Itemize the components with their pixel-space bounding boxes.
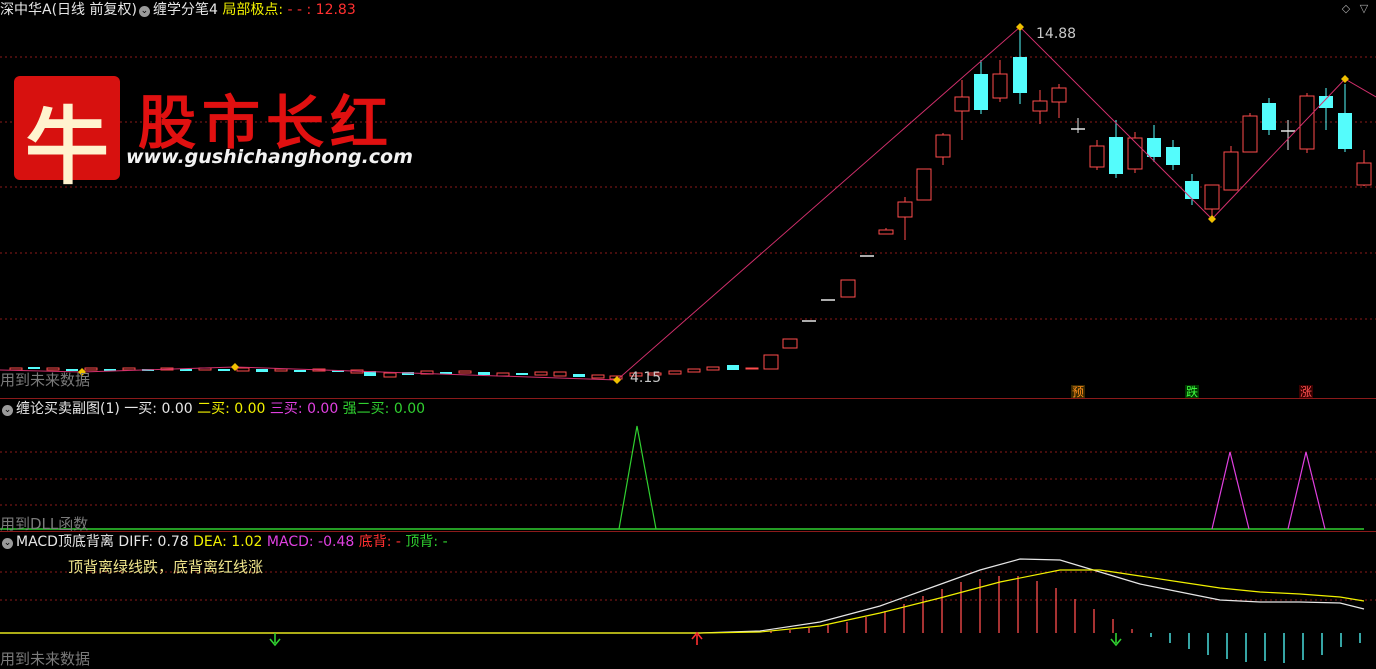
candle-up	[935, 134, 951, 158]
candle-down	[180, 369, 192, 371]
candle-up	[1299, 95, 1315, 150]
candle-up	[687, 368, 701, 373]
candle-up	[1242, 115, 1258, 153]
candle-down	[294, 370, 306, 372]
buy3-spike	[1287, 451, 1326, 530]
chan-signal-panel[interactable]: ⌄ 缠论买卖副图(1) 一买: 0.00 二买: 0.00 三买: 0.00 强二…	[0, 399, 1376, 533]
candle-up	[591, 374, 605, 379]
macd-panel[interactable]: ⌄ MACD顶底背离 DIFF: 0.78 DEA: 1.02 MACD: -0.…	[0, 532, 1376, 668]
candle-up	[840, 279, 856, 298]
vertex-diamond	[231, 363, 239, 371]
candle-up	[1089, 145, 1105, 168]
candle-down	[516, 373, 528, 375]
candle-down	[1319, 96, 1333, 108]
chan-signal-chart	[0, 425, 1376, 530]
candle-down	[974, 74, 988, 110]
candle-up	[745, 367, 759, 370]
candlestick-chart[interactable]: 14.88 4.15 预 跌 涨	[0, 0, 1376, 398]
candle-up	[706, 366, 720, 371]
signal-marker-zhang: 涨	[1299, 384, 1313, 398]
candle-down	[573, 374, 585, 377]
trough-price-label: 4.15	[630, 370, 661, 386]
candle-up	[1223, 151, 1239, 191]
candle-down	[1262, 103, 1276, 130]
candle-down	[1166, 147, 1180, 165]
candle-up	[1204, 184, 1220, 210]
candle-down	[1109, 137, 1123, 174]
peak-price-label: 14.88	[1036, 26, 1076, 42]
dea-line	[0, 569, 1365, 634]
candle-up	[763, 354, 779, 370]
candle-up	[954, 96, 970, 112]
candle-up	[236, 367, 250, 372]
buy3-spike	[1211, 451, 1250, 530]
future-data-watermark: 用到未来数据	[0, 650, 91, 668]
candle-up	[274, 368, 288, 372]
candle-up	[534, 371, 548, 376]
candle-up	[553, 371, 567, 377]
candle-up	[1032, 100, 1048, 112]
logo-url: www.gushichanghong.com	[126, 146, 413, 168]
main-chart-panel[interactable]: 深中华A(日线 前复权) ⌄ 缠学分笔4 局部极点: - - : 12.83 ◇ ▽…	[0, 0, 1376, 398]
macd-chart	[0, 558, 1376, 663]
candle-up	[897, 201, 913, 218]
candle-up	[916, 168, 932, 201]
sell-arrow-icon	[269, 633, 281, 647]
logo-char: 牛	[24, 97, 109, 196]
candle-down	[1338, 113, 1352, 149]
candle-up	[878, 229, 894, 235]
candle-up	[668, 370, 682, 375]
logo-badge: 牛	[14, 76, 120, 196]
svg-text:预: 预	[1072, 385, 1084, 398]
candle-up	[383, 372, 397, 378]
candle-up	[782, 338, 798, 349]
candle-down	[1185, 181, 1199, 199]
signal-marker-yu: 预	[1071, 385, 1085, 398]
candle-down	[478, 372, 490, 375]
candle-up	[458, 370, 472, 374]
candle-up	[1356, 162, 1372, 186]
sell-arrow-icon	[1110, 633, 1122, 647]
macd-divergence-note: 顶背离绿线跌，底背离红线涨	[68, 558, 264, 576]
signal-marker-die: 跌	[1185, 384, 1199, 398]
future-data-watermark: 用到未来数据	[0, 371, 91, 389]
buy1-spike	[618, 425, 657, 530]
site-logo: 牛 股市长红 www.gushichanghong.com	[14, 68, 414, 196]
candle-down	[727, 365, 739, 370]
svg-text:跌: 跌	[1186, 384, 1198, 398]
candle-down	[256, 369, 268, 372]
candle-down	[1013, 57, 1027, 93]
candle-down	[1147, 138, 1161, 157]
candle-down	[218, 369, 230, 371]
buy-arrow-icon	[691, 631, 703, 645]
svg-text:涨: 涨	[1300, 384, 1312, 398]
candle-up	[1051, 87, 1067, 103]
candle-up	[122, 367, 136, 371]
candle-up	[992, 73, 1008, 99]
